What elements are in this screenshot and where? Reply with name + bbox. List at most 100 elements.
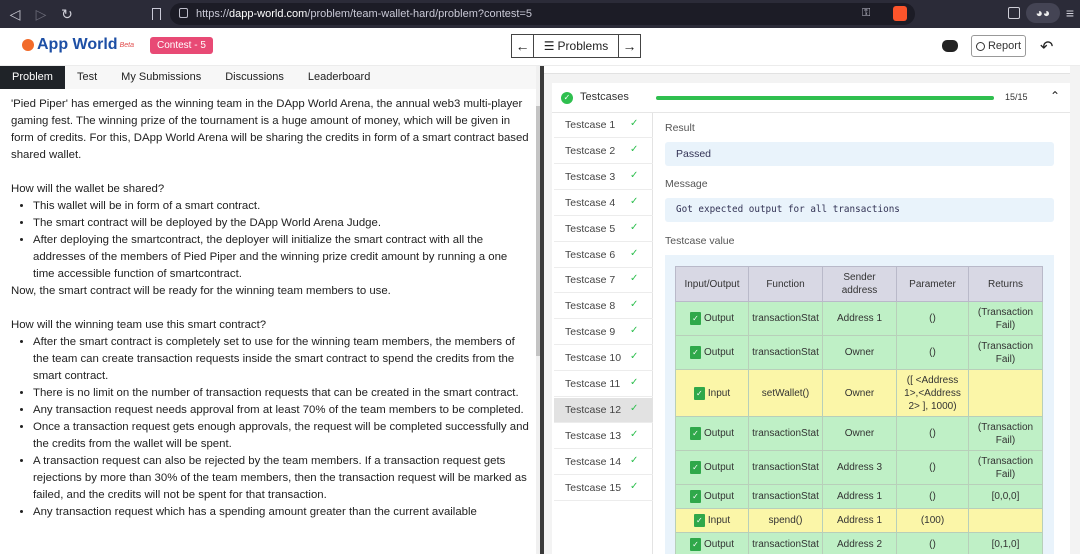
file-icon: ✓ [689,346,701,359]
problem-nav: ← ☰ Problems → [511,34,641,58]
tab-discussions[interactable]: Discussions [213,66,296,89]
problem-statement: 'Pied Piper' has emerged as the winning … [11,96,531,521]
bookmark-icon[interactable] [152,8,161,20]
testcase-item[interactable]: Testcase 1 ✓ [554,113,653,138]
testcase-item[interactable]: Testcase 11 ✓ [554,372,653,397]
tab-test[interactable]: Test [65,66,109,89]
table-row: ✓ Input spend() Address 1 (100) [675,508,1043,533]
testcase-item[interactable]: Testcase 2 ✓ [554,139,653,164]
testcase-label: Testcase 6 [565,248,616,261]
menu-icon[interactable]: ≡ [1066,5,1074,21]
brave-icon[interactable] [893,6,907,21]
testcase-label: Testcase 9 [565,326,616,339]
forward-icon[interactable]: ▷ [30,3,52,25]
testcase-value-box: Input/Output Function Sender address Par… [665,255,1054,554]
reload-icon[interactable]: ↻ [56,3,78,25]
testcase-label: Testcase 3 [565,170,616,183]
table-row: ✓ Output transactionStat Owner() (Transactio… [675,335,1043,370]
undo-icon[interactable]: ↶ [1040,37,1053,57]
testcase-item[interactable]: Testcase 10 ✓ [554,346,653,372]
url-scheme: https:// [196,8,230,20]
list-item: Any transaction request which has a spen… [33,504,531,521]
testcase-item[interactable]: Testcase 15 ✓ [554,476,653,501]
cell-returns: (Transaction Fail) [968,301,1043,336]
arrow-left-icon: ← [515,38,530,54]
back-icon[interactable]: ◁ [4,3,26,25]
list-item: This wallet will be in form of a smart c… [33,198,531,215]
check-icon: ✓ [630,118,639,129]
info-icon [975,41,985,51]
row-type-cell: ✓ Output [675,450,749,485]
testcase-item[interactable]: Testcase 6 ✓ [554,243,653,268]
file-icon: ✓ [689,427,701,440]
contest-badge[interactable]: Contest - 5 [150,37,213,54]
row-type-cell: ✓ Input [675,369,749,417]
result-label: Result [665,122,695,134]
report-label: Report [987,40,1022,52]
app-header: App World Beta Contest - 5 ← ☰ Problems … [0,28,1080,66]
testcase-item[interactable]: Testcase 13 ✓ [554,424,653,449]
cell-parameter: () [896,301,969,336]
testcase-item[interactable]: Testcase 4 ✓ [554,191,653,216]
chevron-up-icon[interactable]: ⌃ [1050,89,1060,103]
testcase-item[interactable]: Testcase 7 ✓ [554,268,653,294]
cell-function: spend() [748,508,823,533]
list-item: Once a transaction request gets enough a… [33,419,531,453]
check-circle-icon: ✓ [561,92,573,104]
report-button[interactable]: Report [971,35,1026,57]
cell-sender: Owner [822,416,897,451]
testcases-header[interactable]: ✓ Testcases 15/15 ⌃ [552,83,1070,113]
problems-button[interactable]: ☰ Problems [534,34,618,58]
cell-function: transactionStat [748,484,823,509]
check-icon: ✓ [630,325,639,337]
check-icon: ✓ [630,195,639,207]
cell-returns: (Transaction Fail) [968,450,1043,485]
discord-icon[interactable] [942,40,958,52]
testcase-item[interactable]: Testcase 8 ✓ [554,294,653,320]
testcase-item[interactable]: Testcase 12 ✓ [554,397,653,423]
cell-parameter: () [896,532,969,554]
testcase-label: Testcase 5 [565,222,616,235]
file-icon: ✓ [689,461,701,474]
results-panel: ✓ Testcases 15/15 ⌃ Testcase 1 ✓ Testcase … [544,66,1080,554]
testcase-item[interactable]: Testcase 14 ✓ [554,450,653,475]
testcases-title: Testcases [580,91,629,103]
testcase-item[interactable]: Testcase 5 ✓ [554,217,653,242]
cell-returns [968,508,1043,533]
prev-problem-button[interactable]: ← [511,34,534,58]
row-type-cell: ✓ Output [675,416,749,451]
check-icon: ✓ [630,377,639,388]
progress-fill [656,96,994,100]
cell-function: transactionStat [748,450,823,485]
table-row: ✓ Input setWallet() Owner([ <Address 1>,<Ad… [675,369,1043,417]
list-item: After the smart contract is completely s… [33,334,531,385]
row-type-cell: ✓ Output [675,484,749,509]
problem-after-1: Now, the smart contract will be ready fo… [11,285,391,297]
testcase-item[interactable]: Testcase 3 ✓ [554,165,653,190]
logo[interactable]: App World Beta [22,36,134,54]
row-type-label: Output [703,539,735,550]
logo-text: App World [37,36,118,53]
tab-my-submissions[interactable]: My Submissions [109,66,213,89]
previous-card [544,66,1070,74]
key-icon[interactable]: ⚿ [862,7,870,20]
problem-question-1: How will the wallet be shared? [11,183,165,195]
table-row: ✓ Output transactionStat Owner() (Transactio… [675,416,1043,451]
arrow-right-icon: → [622,38,637,54]
problems-label: Problems [557,39,609,53]
check-icon: ✓ [630,273,639,285]
cell-sender: Address 1 [822,301,897,336]
address-bar[interactable]: https://dapp-world.com/problem/team-wall… [170,3,915,25]
check-icon: ✓ [630,221,639,233]
profile-icon[interactable]: ◕◕ [1025,3,1060,23]
tab-problem[interactable]: Problem [0,66,65,89]
next-problem-button[interactable]: → [618,34,641,58]
cell-returns: (Transaction Fail) [968,416,1043,451]
sidebar-icon[interactable] [1007,7,1020,19]
testcase-item[interactable]: Testcase 9 ✓ [554,320,653,346]
table-row: ✓ Output transactionStat Address 1() [0,0,0] [675,484,1043,509]
row-type-label: Output [703,347,735,358]
message-label: Message [665,178,708,190]
bullet-list-1: This wallet will be in form of a smart c… [11,198,531,283]
tab-leaderboard[interactable]: Leaderboard [296,66,382,89]
